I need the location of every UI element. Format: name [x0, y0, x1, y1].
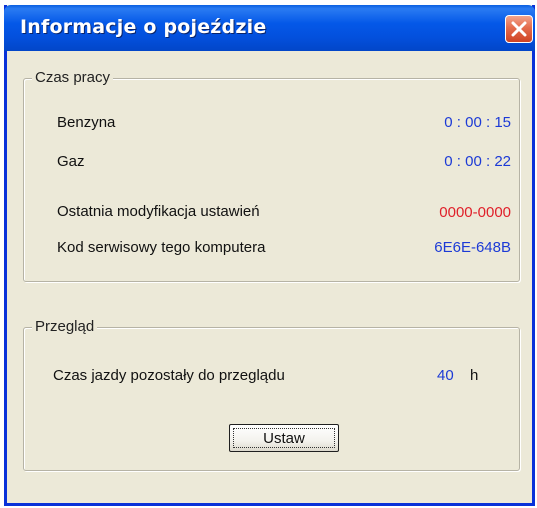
czas-pracy-group-title: Czas pracy: [32, 69, 114, 86]
benzyna-value: 0 : 00 : 15: [444, 114, 511, 131]
service-code-value: 6E6E-648B: [434, 239, 511, 256]
window-title: Informacje o pojeździe: [20, 16, 267, 38]
close-icon: [511, 21, 527, 37]
title-bar[interactable]: Informacje o pojeździe: [4, 5, 535, 51]
ustaw-button[interactable]: Ustaw: [229, 424, 339, 452]
ustaw-button-label: Ustaw: [233, 428, 335, 448]
time-to-service-value: 40: [437, 367, 454, 384]
benzyna-label: Benzyna: [57, 114, 116, 131]
dialog-window: Informacje o pojeździe Czas pracy Benzyn…: [4, 5, 535, 506]
czas-pracy-group: Czas pracy Benzyna 0 : 00 : 15 Gaz 0 : 0…: [23, 69, 520, 282]
last-modification-value: 0000-0000: [439, 204, 511, 221]
last-modification-label: Ostatnia modyfikacja ustawień: [57, 203, 260, 220]
gaz-label: Gaz: [57, 153, 85, 170]
przeglad-group: Przegląd Czas jazdy pozostały do przeglą…: [23, 318, 520, 471]
gaz-value: 0 : 00 : 22: [444, 153, 511, 170]
time-to-service-label: Czas jazdy pozostały do przeglądu: [53, 367, 285, 384]
service-code-label: Kod serwisowy tego komputera: [57, 239, 266, 256]
close-button[interactable]: [505, 15, 533, 43]
time-to-service-unit: h: [470, 367, 479, 384]
przeglad-group-title: Przegląd: [32, 318, 98, 335]
